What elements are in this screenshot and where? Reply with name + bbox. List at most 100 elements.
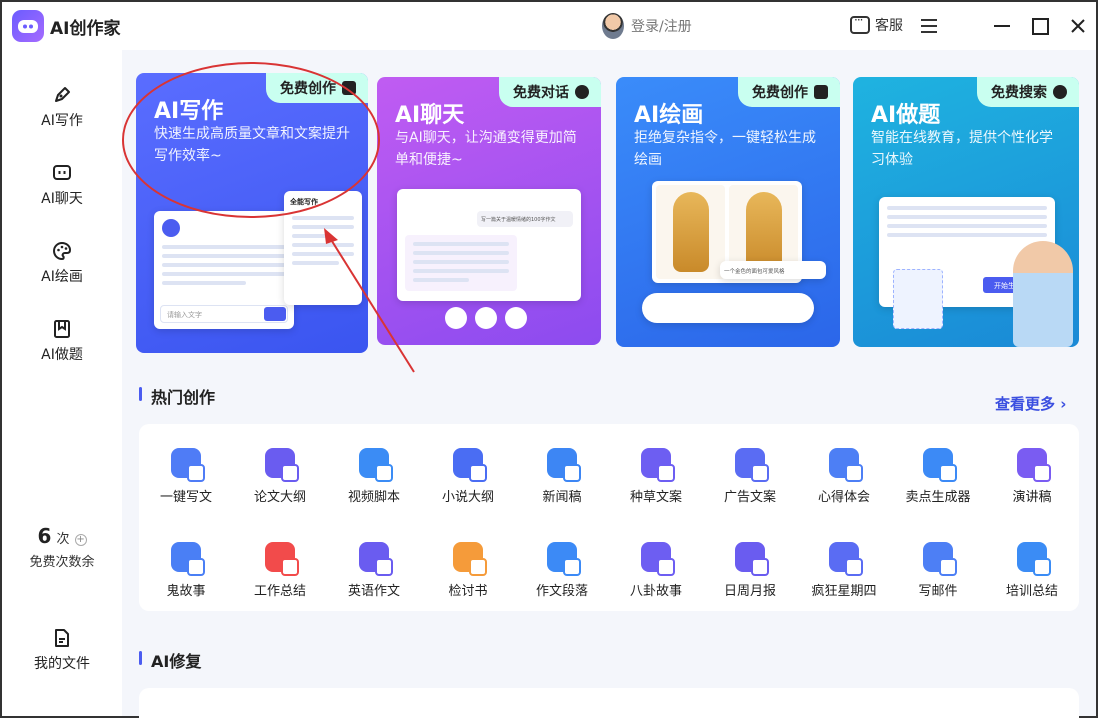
tool-item[interactable]: 日周月报 [703,542,797,599]
chat-conversation-mock: 写一篇关于温暖情绪的100字作文 [397,189,581,301]
tool-item[interactable]: 新闻稿 [515,448,609,505]
tool-item[interactable]: 论文大纲 [233,448,327,505]
tool-circle-icon [505,307,527,329]
tool-icon [829,448,863,482]
palette-icon [53,241,72,261]
app-logo-icon [12,10,44,42]
sidebar-item-my-files[interactable]: 我的文件 [2,627,122,673]
user-avatar-icon [602,13,624,39]
sidebar: AI写作 AI聊天 AI绘画 AI做题 6 次 + 免费次数余 我的文件 [2,50,122,716]
tool-icon [735,448,769,482]
sidebar-item-label: AI写作 [41,113,83,129]
menu-icon[interactable] [921,19,937,33]
section-title-hot: 热门创作 [139,384,215,408]
tool-icon [265,542,299,576]
sidebar-item-ai-homework[interactable]: AI做题 [2,318,122,364]
quota-label: 免费次数余 [29,555,95,570]
tool-icon [265,448,299,482]
tool-icon [171,542,205,576]
section-title-repair: AI修复 [139,648,201,672]
title-bar: AI创作家 登录/注册 客服 [2,2,1096,50]
tool-item[interactable]: 英语作文 [327,542,421,599]
tool-item[interactable]: 培训总结 [985,542,1079,599]
sidebar-item-label: AI做题 [41,347,83,363]
tool-icon [641,542,675,576]
tool-icon [453,542,487,576]
tool-item[interactable]: 工作总结 [233,542,327,599]
tool-icon [547,542,581,576]
tool-icon [359,448,393,482]
style-selector-mock [642,293,814,323]
tool-icon [1017,448,1051,482]
bookmark-icon [54,320,70,338]
login-register-link[interactable]: 登录/注册 [631,16,692,36]
chat-preview-mock: 请输入文字 [154,211,294,329]
mock-paint-prompt: 一个金色的面包可爱风格 [720,261,826,279]
sidebar-item-label: AI聊天 [41,191,83,207]
annotation-ellipse [122,62,380,218]
chat-icon [53,165,71,180]
customer-service-button[interactable]: 客服 [850,13,903,35]
repair-panel [139,688,1079,718]
minimize-button[interactable] [990,14,1014,38]
image-icon [814,85,828,99]
card-description: 与AI聊天，让沟通变得更加简单和便捷~ [395,130,577,168]
sidebar-item-ai-writing[interactable]: AI写作 [2,84,122,130]
tool-item[interactable]: 一键写文 [139,448,233,505]
tool-icon [829,542,863,576]
tool-icon [923,542,957,576]
tool-item[interactable]: 作文段落 [515,542,609,599]
customer-service-label: 客服 [875,18,903,34]
card-badge: 免费对话 [499,77,601,107]
chat-dots-icon [575,85,589,99]
card-description: 拒绝复杂指令，一键轻松生成绘画 [634,130,816,168]
login-area[interactable]: 登录/注册 [602,13,692,39]
tool-item[interactable]: 心得体会 [797,448,891,505]
tool-item[interactable]: 写邮件 [891,542,985,599]
tool-icon [1017,542,1051,576]
tool-circle-icon [475,307,497,329]
upload-icon [893,269,943,329]
maximize-button[interactable] [1028,14,1052,38]
tool-item[interactable]: 视频脚本 [327,448,421,505]
search-icon [1053,85,1067,99]
tool-icon [735,542,769,576]
close-button[interactable] [1066,14,1090,38]
card-ai-homework[interactable]: 免费搜索 AI做题 智能在线教育，提供个性化学习体验 开始生成 [853,77,1079,347]
send-icon [264,307,286,321]
view-more-link[interactable]: 查看更多 › [995,393,1066,414]
tool-item[interactable]: 检讨书 [421,542,515,599]
tool-icon [641,448,675,482]
tool-item[interactable]: 演讲稿 [985,448,1079,505]
card-title: AI聊天 [395,103,465,128]
close-icon [1071,19,1085,33]
chevron-right-icon: › [1060,395,1067,413]
chat-bubble-icon [850,13,870,34]
tool-item[interactable]: 种草文案 [609,448,703,505]
card-badge: 免费创作 [738,77,840,107]
sidebar-item-ai-painting[interactable]: AI绘画 [2,240,122,286]
document-icon [55,629,69,647]
quota-value: 6 [37,524,52,548]
card-title: AI做题 [871,103,941,128]
card-ai-painting[interactable]: 免费创作 AI绘画 拒绝复杂指令，一键轻松生成绘画 一个金色的面包可爱风格 [616,77,840,347]
tool-item[interactable]: 广告文案 [703,448,797,505]
annotation-arrow-icon [324,228,415,373]
quota-unit: 次 [56,532,70,547]
tool-item[interactable]: 小说大纲 [421,448,515,505]
tool-icon [171,448,205,482]
sidebar-item-ai-chat[interactable]: AI聊天 [2,162,122,208]
free-quota: 6 次 + 免费次数余 [2,524,122,570]
card-description: 智能在线教育，提供个性化学习体验 [871,130,1053,168]
tool-item[interactable]: 鬼故事 [139,542,233,599]
tool-icon [923,448,957,482]
pen-icon [55,87,70,102]
add-quota-icon[interactable]: + [74,534,87,546]
tool-item[interactable]: 八卦故事 [609,542,703,599]
card-badge: 免费搜索 [977,77,1079,107]
my-files-label: 我的文件 [34,656,90,672]
app-title: AI创作家 [50,19,121,39]
card-title: AI绘画 [634,103,704,128]
tool-item[interactable]: 卖点生成器 [891,448,985,505]
tool-item[interactable]: 疯狂星期四 [797,542,891,599]
